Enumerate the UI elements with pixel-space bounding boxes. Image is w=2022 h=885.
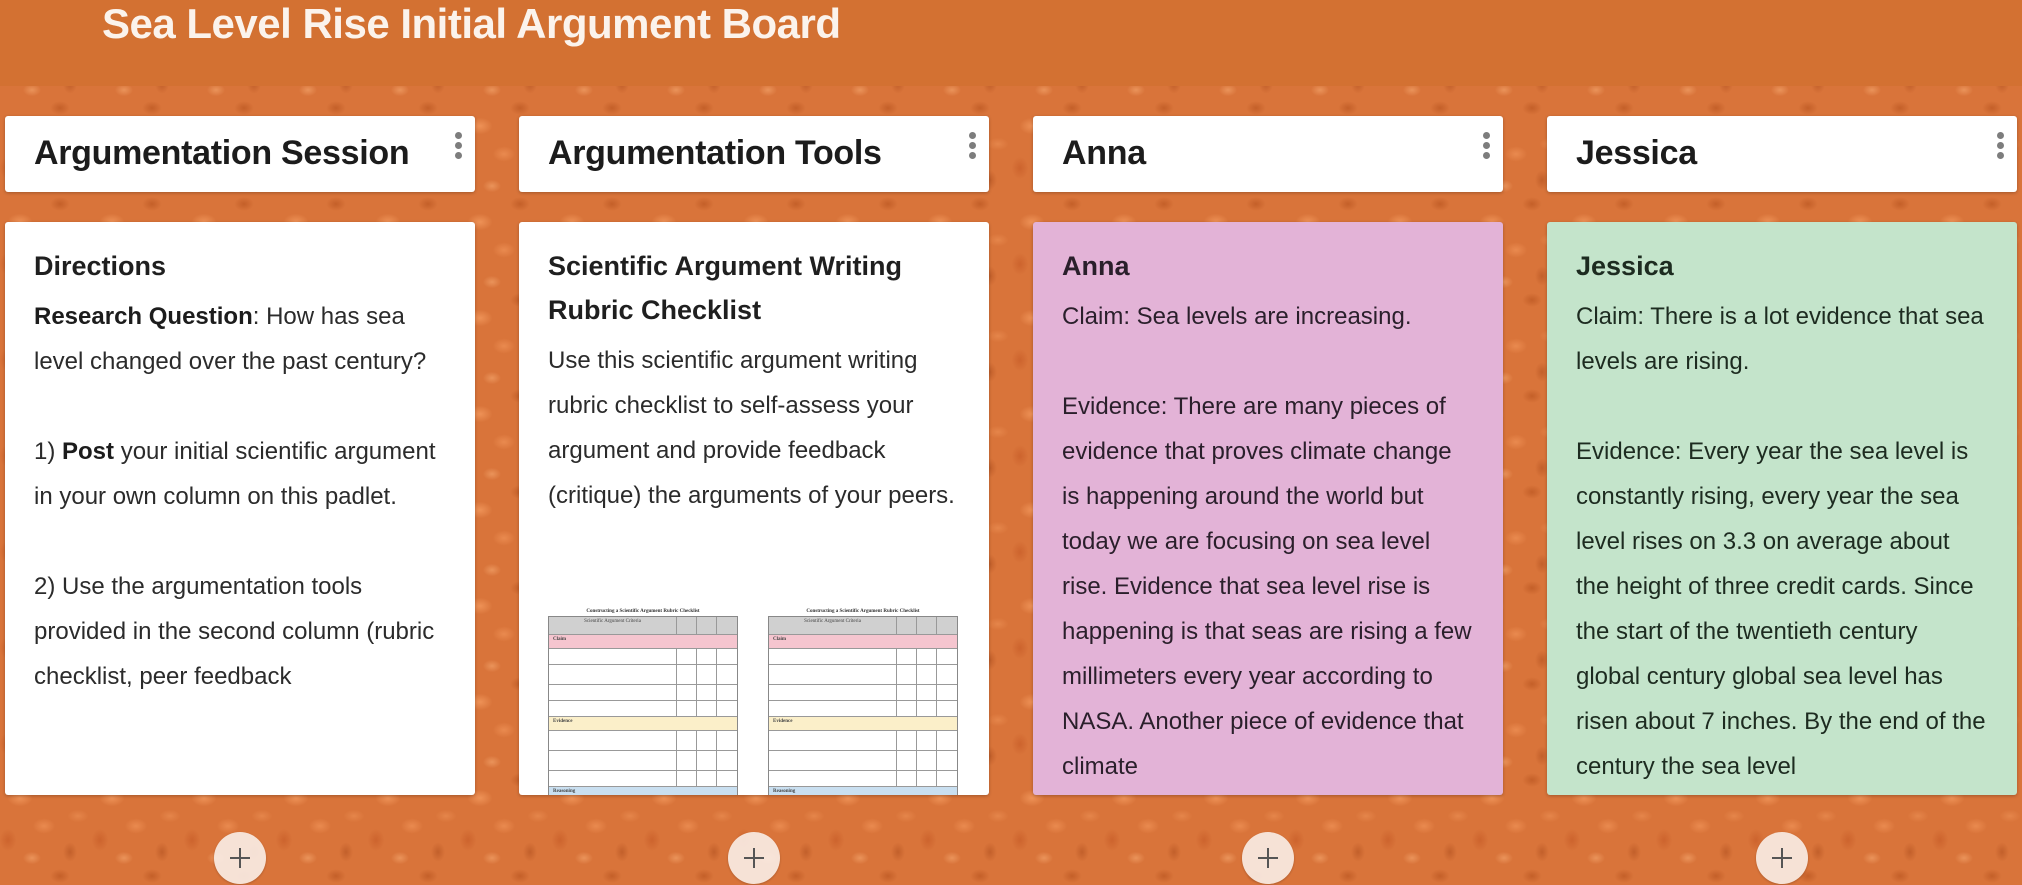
evidence-text: Evidence: Every year the sea level is co… [1576, 438, 1986, 780]
rubric-header: Scientific Argument Criteria [769, 617, 897, 634]
column-header: Argumentation Tools [519, 116, 989, 192]
rubric-section: Reasoning [769, 787, 957, 795]
rubric-section: Reasoning [549, 787, 737, 795]
more-vertical-icon[interactable] [451, 132, 465, 162]
post-text: 2) Use the argumentation tools provided … [34, 573, 435, 690]
claim-text: Claim: There is a lot evidence that sea … [1576, 303, 1984, 375]
post-title: Jessica [1576, 251, 1674, 281]
more-vertical-icon[interactable] [965, 132, 979, 162]
column-header: Anna [1033, 116, 1503, 192]
bold-label: Post [62, 438, 115, 465]
column-title: Argumentation Session [34, 134, 410, 172]
column-header: Argumentation Session [5, 116, 475, 192]
evidence-text: Evidence: There are many pieces of evide… [1062, 393, 1472, 780]
post-card-jessica[interactable]: Jessica Claim: There is a lot evidence t… [1547, 222, 2017, 795]
rubric-section: Evidence [549, 717, 737, 731]
rubric-header: Scientific Argument Criteria [549, 617, 677, 634]
add-post-button[interactable] [1242, 832, 1294, 884]
post-body: Research Question: How has sea level cha… [34, 294, 446, 699]
board-header: Sea Level Rise Initial Argument Board [0, 0, 2022, 86]
rubric-attachment-thumbnail[interactable]: Constructing a Scientific Argument Rubri… [548, 607, 958, 795]
column-title: Argumentation Tools [548, 134, 882, 172]
rubric-section: Evidence [769, 717, 957, 731]
rubric-section: Claim [769, 635, 957, 649]
post-title: Scientific Argument Writing Rubric Check… [548, 251, 903, 325]
post-body: Use this scientific argument writing rub… [548, 347, 955, 509]
more-vertical-icon[interactable] [1993, 132, 2007, 162]
post-card-anna[interactable]: Anna Claim: Sea levels are increasing. E… [1033, 222, 1503, 795]
add-post-button[interactable] [1756, 832, 1808, 884]
column-title: Anna [1062, 134, 1146, 172]
post-title: Directions [34, 251, 167, 281]
add-post-button[interactable] [728, 832, 780, 884]
board-title: Sea Level Rise Initial Argument Board [102, 0, 841, 47]
post-card-directions[interactable]: Directions Research Question: How has se… [5, 222, 475, 795]
post-body: Claim: Sea levels are increasing. Eviden… [1062, 294, 1474, 789]
bold-label: Research Question [34, 303, 253, 330]
post-card-rubric[interactable]: Scientific Argument Writing Rubric Check… [519, 222, 989, 795]
post-body: Claim: There is a lot evidence that sea … [1576, 294, 1988, 789]
claim-text: Claim: Sea levels are increasing. [1062, 303, 1412, 330]
rubric-section: Claim [549, 635, 737, 649]
post-title: Anna [1062, 251, 1130, 281]
rubric-title: Constructing a Scientific Argument Rubri… [806, 609, 920, 614]
add-post-button[interactable] [214, 832, 266, 884]
rubric-title: Constructing a Scientific Argument Rubri… [586, 609, 700, 614]
column-header: Jessica [1547, 116, 2017, 192]
rubric-page: Constructing a Scientific Argument Rubri… [768, 607, 958, 795]
rubric-page: Constructing a Scientific Argument Rubri… [548, 607, 738, 795]
column-title: Jessica [1576, 134, 1697, 172]
more-vertical-icon[interactable] [1479, 132, 1493, 162]
post-text: 1) [34, 438, 63, 465]
